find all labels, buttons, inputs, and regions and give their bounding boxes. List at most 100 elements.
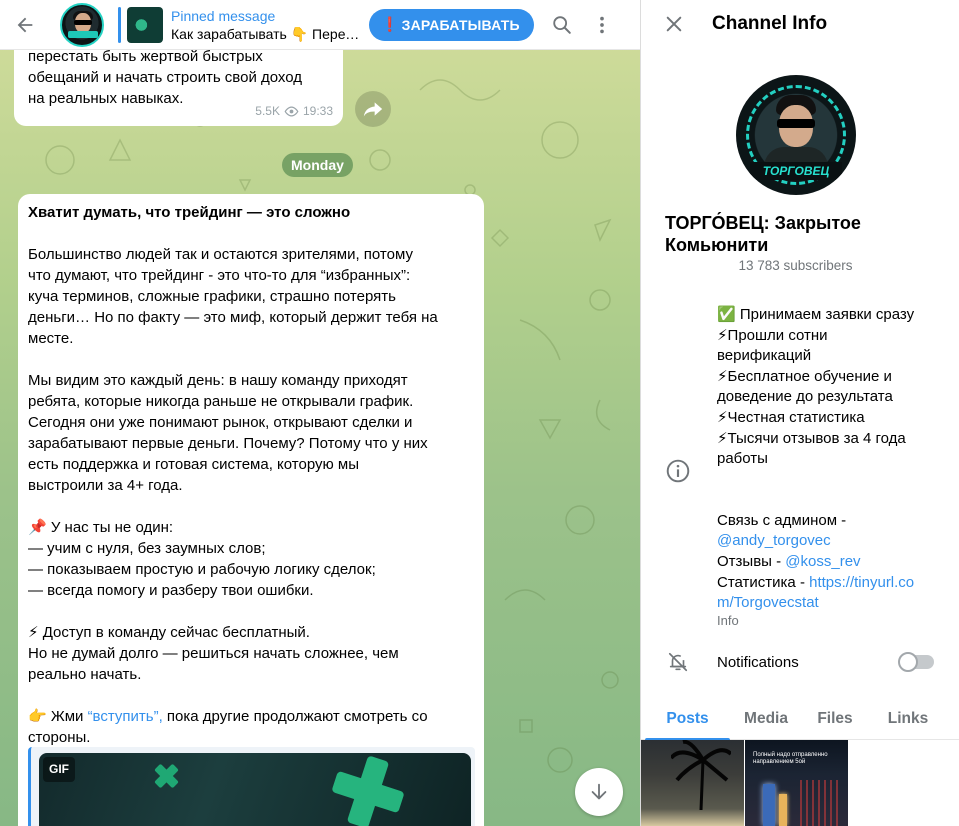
post-line: стороны.	[28, 729, 91, 746]
subscriber-count: 13 783 subscribers	[738, 258, 853, 273]
arrow-down-icon	[591, 783, 607, 800]
shared-media-tabs: Posts Media Files Links	[641, 698, 959, 741]
reviews-label: Отзывы -	[717, 552, 786, 570]
post-line: — всегда помогу и разберу твои ошибки.	[28, 582, 314, 599]
post-line: реально начать.	[28, 666, 142, 683]
gif-label: GIF	[43, 757, 75, 782]
tab-files[interactable]: Files	[798, 698, 872, 740]
join-link[interactable]: “вступить”,	[88, 708, 163, 725]
post-cta-line: 👉 Жми “вступить”, пока другие продолжают…	[28, 706, 474, 727]
eye-icon	[284, 106, 299, 117]
info-title: Channel Info	[712, 13, 828, 34]
forward-button[interactable]	[355, 91, 391, 127]
exclamation-icon: ❗	[381, 16, 399, 32]
description-line: ⚡Прошли сотни	[717, 326, 828, 344]
post-line: деньги… Но по факту — это миф, который д…	[28, 309, 438, 326]
pinned-title: Pinned message	[171, 7, 276, 24]
pinned-message[interactable]: Pinned message Как зарабатывать 👇 Перед…	[171, 7, 361, 43]
description-label: Info	[717, 613, 739, 628]
post-line: есть поддержка и готовая система, котору…	[28, 456, 360, 473]
channel-name: ТОРГО́ВЕЦ: Закрытое Комьюнити	[665, 213, 861, 255]
stats-link-continued[interactable]: m/Torgovecstat	[717, 593, 941, 614]
post-thumbnail[interactable]	[641, 740, 744, 826]
description-line: ✅ Принимаем заявки сразу	[717, 306, 915, 323]
scroll-to-bottom-button[interactable]	[575, 768, 623, 816]
back-button[interactable]	[0, 0, 50, 50]
more-vertical-icon	[599, 16, 604, 33]
earn-button[interactable]: ❗ ЗАРАБАТЫВАТЬ	[369, 8, 534, 41]
bell-off-icon	[668, 652, 688, 672]
post-line: выстроили за 4+ года.	[28, 477, 183, 494]
post-line: 📌 У нас ты не один:	[28, 519, 174, 536]
tab-media[interactable]: Media	[734, 698, 798, 740]
channel-avatar[interactable]	[60, 2, 104, 47]
post-line: месте.	[28, 330, 74, 347]
info-icon	[666, 459, 690, 483]
description-line: доведение до результата	[717, 388, 893, 406]
chat-header: Pinned message Как зарабатывать 👇 Перед……	[0, 0, 640, 50]
description-line: ⚡Бесплатное обучение и	[717, 367, 892, 385]
cta-suffix: пока другие продолжают смотреть со	[162, 708, 428, 725]
gif-preview[interactable]: GIF	[39, 753, 471, 826]
stats-label: Статистика -	[717, 573, 810, 591]
post-line: — показываем простую и рабочую логику сд…	[28, 561, 376, 578]
earn-button-label: ЗАРАБАТЫВАТЬ	[401, 16, 520, 33]
view-count: 5.5K	[255, 104, 280, 118]
description-line: ⚡Тысячи отзывов за 4 года	[717, 429, 906, 447]
gif-attachment[interactable]: GIF	[28, 747, 475, 826]
chat-panel: Pinned message Как зарабатывать 👇 Перед……	[0, 0, 640, 826]
info-header: Channel Info	[641, 0, 959, 48]
date-separator: Monday	[282, 153, 353, 177]
tab-posts[interactable]: Posts	[641, 698, 734, 741]
post-line: Сегодня они уже понимают рынок, открываю…	[28, 414, 413, 431]
channel-description: ✅ Принимаем заявки сразу ⚡Прошли сотни в…	[717, 305, 941, 614]
stats-line: Статистика - https://tinyurl.co	[717, 573, 941, 594]
post-line: Мы видим это каждый день: в нашу команду…	[28, 372, 408, 389]
notifications-label: Notifications	[717, 653, 799, 671]
posts-grid: Полный надо отправленно направлением 5ой	[641, 740, 959, 826]
thumbnail-caption: Полный надо отправленно направлением 5ой	[753, 752, 828, 765]
palm-tree-silhouette	[671, 740, 731, 810]
post-line: ⚡ Доступ в команду сейчас бесплатный.	[28, 624, 310, 641]
stats-link[interactable]: https://tinyurl.co	[809, 574, 914, 591]
description-line: работы	[717, 450, 768, 468]
more-button[interactable]	[582, 5, 622, 45]
message-meta: 5.5K 19:33	[255, 101, 333, 122]
pinned-indicator-bar	[118, 6, 121, 43]
admin-contact-label: Связь с админом -	[717, 511, 847, 529]
post-line: куча терминов, сложные графики, страшно …	[28, 288, 396, 305]
reviews-link[interactable]: @koss_rev	[785, 553, 860, 570]
pinned-body: Как зарабатывать 👇 Перед…	[171, 25, 361, 42]
back-arrow-icon	[17, 17, 33, 32]
reviews-line: Отзывы - @koss_rev	[717, 552, 941, 573]
description-line: верификаций	[717, 347, 812, 365]
avatar-logo-text: ТОРГОВЕЦ	[750, 162, 842, 180]
description-line: ⚡Честная статистика	[717, 408, 865, 426]
post-line: Большинство людей так и остаются зрителя…	[28, 246, 413, 263]
admin-link[interactable]: @andy_torgovec	[717, 531, 941, 552]
post-line: что думают, что трейдинг - это что-то дл…	[28, 267, 411, 284]
post-line: — учим с нуля, без заумных слов;	[28, 540, 266, 557]
channel-info-panel: Channel Info ТОРГОВЕЦ ТОРГО́ВЕЦ: Закрыто…	[640, 0, 959, 826]
cta-prefix: 👉 Жми	[28, 708, 88, 725]
post-line: Но не думай долго — решиться начать слож…	[28, 645, 399, 662]
post-line: ребята, которые никогда раньше не открыв…	[28, 393, 414, 410]
share-icon	[363, 102, 383, 117]
message-time: 19:33	[302, 104, 333, 118]
channel-avatar-large[interactable]: ТОРГОВЕЦ	[736, 75, 856, 195]
green-cross-shape	[153, 763, 179, 789]
close-button[interactable]	[650, 0, 698, 48]
tab-links[interactable]: Links	[872, 698, 944, 740]
notifications-toggle[interactable]	[898, 652, 934, 672]
green-plus-shape	[333, 757, 403, 826]
search-icon	[553, 15, 571, 34]
close-icon	[666, 16, 682, 32]
post-title: Хватит думать, что трейдинг — это сложно	[28, 204, 351, 221]
post-line: зарабатывают первые деньги. Почему? Пото…	[28, 435, 428, 452]
pinned-thumbnail[interactable]	[127, 6, 163, 43]
post-thumbnail[interactable]: Полный надо отправленно направлением 5ой	[745, 740, 848, 826]
prev-message-line: обещаний и начать строить свой доход	[28, 69, 303, 86]
search-button[interactable]	[542, 5, 582, 45]
post-bubble: Хватит думать, что трейдинг — это сложно…	[18, 194, 484, 826]
notifications-row[interactable]: Notifications	[641, 640, 959, 684]
